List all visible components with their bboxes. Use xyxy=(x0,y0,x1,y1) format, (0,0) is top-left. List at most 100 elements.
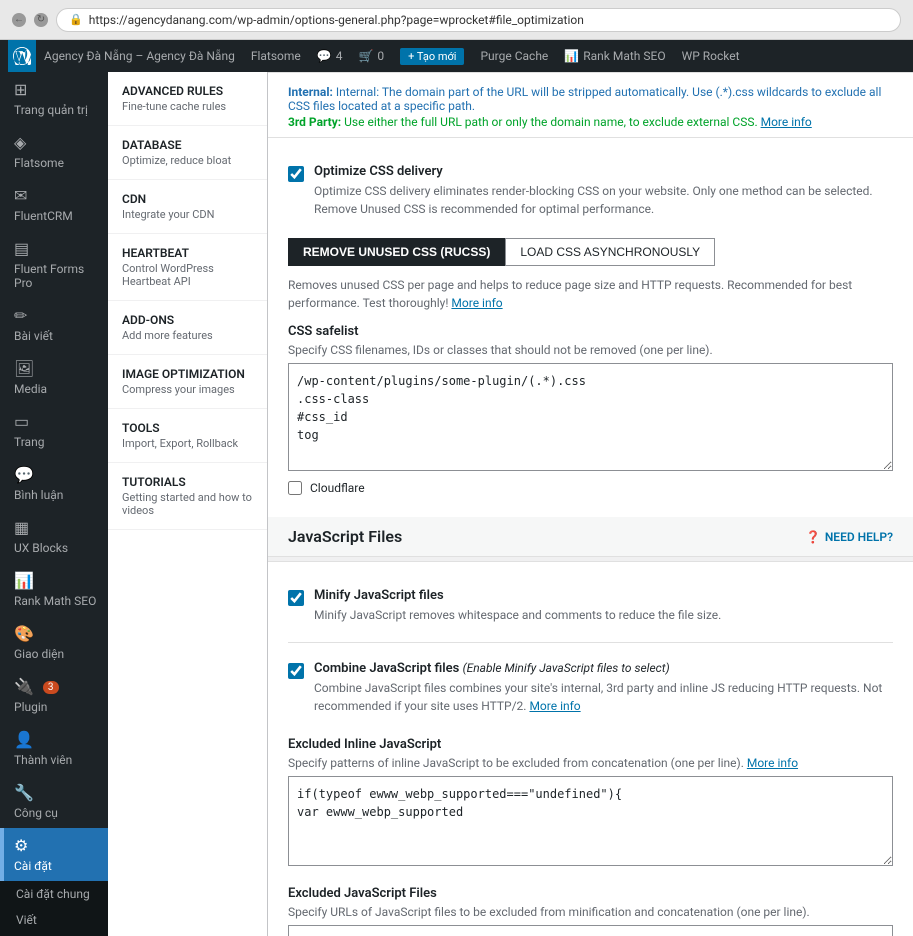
combine-more-link[interactable]: More info xyxy=(529,699,580,713)
sidebar-item-users[interactable]: 👤 Thành viên xyxy=(0,722,108,775)
sidebar-submenu: Cài đặt chung Viết Đọc Bình luận Media Đ… xyxy=(0,881,108,936)
btn-remove-unused-css[interactable]: REMOVE UNUSED CSS (RUCSS) xyxy=(288,238,505,266)
sidebar-item-plugins[interactable]: 🔌 3 Plugin xyxy=(0,669,108,722)
css-safelist-section: CSS safelist Specify CSS filenames, IDs … xyxy=(288,324,893,475)
optimize-css-checkbox[interactable] xyxy=(288,166,304,182)
safelist-desc: Specify CSS filenames, IDs or classes th… xyxy=(288,343,893,357)
sidebar-item-pages[interactable]: ▭ Trang xyxy=(0,404,108,457)
excluded-js-textarea[interactable]: /wp-content/plugins/ewww-image-optimizer… xyxy=(288,925,893,936)
plugin-menu-tutorials[interactable]: TUTORIALS Getting started and how to vid… xyxy=(108,463,267,530)
minify-js-desc: Minify JavaScript removes whitespace and… xyxy=(314,606,721,624)
rankmath-label: Rank Math SEO xyxy=(583,49,665,63)
admin-bar-new[interactable]: + Tạo mới xyxy=(392,40,472,72)
sidebar-item-media[interactable]: 🖼 Media xyxy=(0,351,108,404)
pm-desc-heartbeat: Control WordPress Heartbeat API xyxy=(122,262,253,288)
new-btn-label: + Tạo mới xyxy=(400,48,464,65)
sidebar-label-fluentcrm: FluentCRM xyxy=(14,209,73,223)
sidebar-item-posts[interactable]: ✏ Bài viết xyxy=(0,298,108,351)
minify-js-checkbox[interactable] xyxy=(288,590,304,606)
sidebar-item-rankmath[interactable]: 📊 Rank Math SEO xyxy=(0,563,108,616)
sidebar-item-comments[interactable]: 💬 Bình luận xyxy=(0,457,108,510)
sidebar-item-fluentcrm[interactable]: ✉ FluentCRM xyxy=(0,178,108,231)
submenu-general[interactable]: Cài đặt chung xyxy=(0,881,108,907)
sidebar-label-settings: Cài đặt xyxy=(14,859,52,873)
combine-js-desc: Combine JavaScript files combines your s… xyxy=(314,679,893,715)
combine-js-label: Combine JavaScript files (Enable Minify … xyxy=(314,661,893,676)
rucss-more-link[interactable]: More info xyxy=(451,296,502,310)
excluded-inline-textarea[interactable]: if(typeof ewww_webp_supported==="undefin… xyxy=(288,776,893,866)
pm-desc-tutorials: Getting started and how to videos xyxy=(122,491,253,517)
minify-js-label: Minify JavaScript files xyxy=(314,588,721,603)
fluentcrm-icon: ✉ xyxy=(14,186,27,205)
pm-title-tools: TOOLS xyxy=(122,421,253,435)
css-more-info-link[interactable]: More info xyxy=(761,115,812,129)
excluded-inline-more[interactable]: More info xyxy=(747,756,798,770)
posts-icon: ✏ xyxy=(14,306,27,325)
optimize-css-section: Optimize CSS delivery Optimize CSS deliv… xyxy=(268,137,913,517)
submenu-writing[interactable]: Viết xyxy=(0,907,108,933)
sidebar-label-appearance: Giao diện xyxy=(14,647,64,661)
wp-logo[interactable] xyxy=(8,40,36,72)
admin-bar-purge[interactable]: Purge Cache xyxy=(472,40,556,72)
sidebar-item-dashboard[interactable]: ⊞ Trang quản trị xyxy=(0,72,108,125)
lock-icon: 🔒 xyxy=(69,13,83,26)
sidebar-item-fluentforms[interactable]: ▤ Fluent Forms Pro xyxy=(0,231,108,298)
cloudflare-label[interactable]: Cloudflare xyxy=(310,481,365,495)
sidebar-label-flatsome: Flatsome xyxy=(14,156,64,170)
plugin-menu-heartbeat[interactable]: HEARTBEAT Control WordPress Heartbeat AP… xyxy=(108,234,267,301)
pm-title-tutorials: TUTORIALS xyxy=(122,475,253,489)
dashboard-icon: ⊞ xyxy=(14,80,27,99)
admin-bar-site[interactable]: Agency Đà Nẵng – Agency Đà Nẵng xyxy=(36,40,243,72)
back-button[interactable]: ← xyxy=(12,13,26,27)
sidebar-label-rankmath: Rank Math SEO xyxy=(14,594,96,608)
wc-count: 0 xyxy=(377,49,384,63)
site-name: Agency Đà Nẵng – Agency Đà Nẵng xyxy=(44,49,235,63)
combine-js-italic: (Enable Minify JavaScript files to selec… xyxy=(463,661,670,675)
flatsome-label: Flatsome xyxy=(251,49,301,63)
btn-load-async[interactable]: LOAD CSS ASYNCHRONOUSLY xyxy=(505,238,715,266)
wprocket-label: WP Rocket xyxy=(682,49,740,63)
help-icon: ❓ xyxy=(806,530,821,544)
excluded-inline-desc: Specify patterns of inline JavaScript to… xyxy=(288,756,893,770)
admin-bar-flatsome[interactable]: Flatsome xyxy=(243,40,309,72)
safelist-textarea[interactable]: /wp-content/plugins/some-plugin/(.*).css… xyxy=(288,363,893,471)
comment-icon: 💬 xyxy=(317,49,332,63)
admin-bar-wprocket[interactable]: WP Rocket xyxy=(674,40,748,72)
pm-desc-addons: Add more features xyxy=(122,329,253,342)
rucss-desc: Removes unused CSS per page and helps to… xyxy=(288,276,893,312)
pm-desc-tools: Import, Export, Rollback xyxy=(122,437,253,450)
sidebar-item-uxblocks[interactable]: ▦ UX Blocks xyxy=(0,510,108,563)
admin-bar-rankmath[interactable]: 📊 Rank Math SEO xyxy=(556,40,673,72)
plugin-menu-cdn[interactable]: CDN Integrate your CDN xyxy=(108,180,267,234)
appearance-icon: 🎨 xyxy=(14,624,34,643)
admin-bar-wc[interactable]: 🛒 0 xyxy=(350,40,392,72)
url-text: https://agencydanang.com/wp-admin/option… xyxy=(89,13,584,27)
safelist-label: CSS safelist xyxy=(288,324,893,339)
sidebar-item-tools[interactable]: 🔧 Công cụ xyxy=(0,775,108,828)
pm-title-addons: ADD-ONS xyxy=(122,313,253,327)
sidebar-item-appearance[interactable]: 🎨 Giao diện xyxy=(0,616,108,669)
combine-js-checkbox[interactable] xyxy=(288,663,304,679)
plugin-menu-tools[interactable]: TOOLS Import, Export, Rollback xyxy=(108,409,267,463)
browser-bar: ← ↻ 🔒 https://agencydanang.com/wp-admin/… xyxy=(0,0,913,40)
plugin-menu-database[interactable]: DATABASE Optimize, reduce bloat xyxy=(108,126,267,180)
excluded-js-desc: Specify URLs of JavaScript files to be e… xyxy=(288,905,893,919)
js-minify-section: Minify JavaScript files Minify JavaScrip… xyxy=(268,561,913,936)
sidebar-label-comments: Bình luận xyxy=(14,488,63,502)
admin-bar-comments[interactable]: 💬 4 xyxy=(309,40,351,72)
pages-icon: ▭ xyxy=(14,412,29,431)
cloudflare-checkbox[interactable] xyxy=(288,481,302,495)
reload-button[interactable]: ↻ xyxy=(34,13,48,27)
url-bar[interactable]: 🔒 https://agencydanang.com/wp-admin/opti… xyxy=(56,8,901,32)
optimize-css-row: Optimize CSS delivery Optimize CSS deliv… xyxy=(288,154,893,228)
plugin-menu-addons[interactable]: ADD-ONS Add more features xyxy=(108,301,267,355)
sidebar-item-settings[interactable]: ⚙ Cài đặt xyxy=(0,828,108,881)
need-help-link[interactable]: ❓ NEED HELP? xyxy=(806,530,893,544)
excluded-js-label: Excluded JavaScript Files xyxy=(288,886,893,901)
css-internal-note: Internal: Internal: The domain part of t… xyxy=(288,85,893,113)
plugin-menu-imageopt[interactable]: IMAGE OPTIMIZATION Compress your images xyxy=(108,355,267,409)
plugin-menu-advanced-rules[interactable]: ADVANCED RULES Fine-tune cache rules xyxy=(108,72,267,126)
sidebar-item-flatsome[interactable]: ◈ Flatsome xyxy=(0,125,108,178)
excluded-inline-label: Excluded Inline JavaScript xyxy=(288,737,893,752)
sidebar-label-media: Media xyxy=(14,382,47,396)
